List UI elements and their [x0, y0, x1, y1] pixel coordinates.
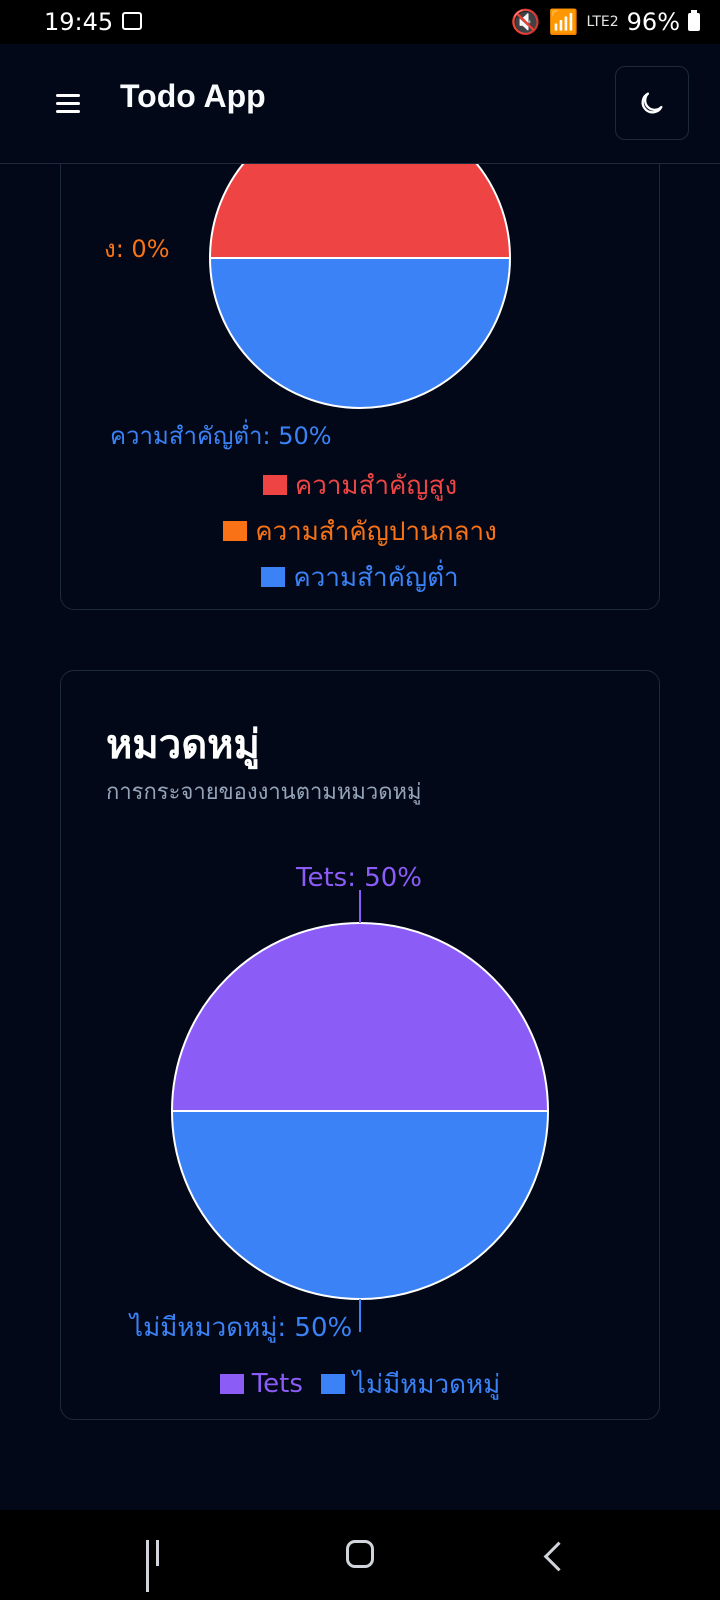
navigation-bar: [0, 1510, 720, 1600]
home-icon[interactable]: [346, 1540, 374, 1568]
legend-item-tets[interactable]: Tets: [219, 1369, 303, 1399]
pie-slice-tets: [170, 922, 550, 1112]
app-title: Todo App: [120, 78, 266, 114]
label-tets: Tets: 50%: [295, 863, 422, 893]
label-uncategorized: ไม่มีหมวดหมู่: 50%: [128, 1312, 352, 1343]
legend-item-uncategorized[interactable]: ไม่มีหมวดหมู่: [320, 1364, 501, 1405]
category-legend: Tets ไม่มีหมวดหมู่: [60, 1361, 660, 1407]
pie-slice-uncategorized: [170, 1110, 550, 1300]
app-header: Todo App: [0, 44, 720, 164]
category-pie-chart: Tets: 50% ไม่มีหมวดหมู่: 50%: [128, 863, 550, 1343]
menu-icon[interactable]: [56, 94, 80, 113]
moon-icon: [641, 92, 663, 114]
legend-label-uncategorized: ไม่มีหมวดหมู่: [352, 1369, 501, 1400]
recent-apps-icon[interactable]: [146, 1540, 174, 1592]
back-icon[interactable]: [543, 1541, 574, 1572]
legend-label-tets: Tets: [251, 1369, 303, 1399]
theme-toggle-button[interactable]: [615, 66, 689, 140]
